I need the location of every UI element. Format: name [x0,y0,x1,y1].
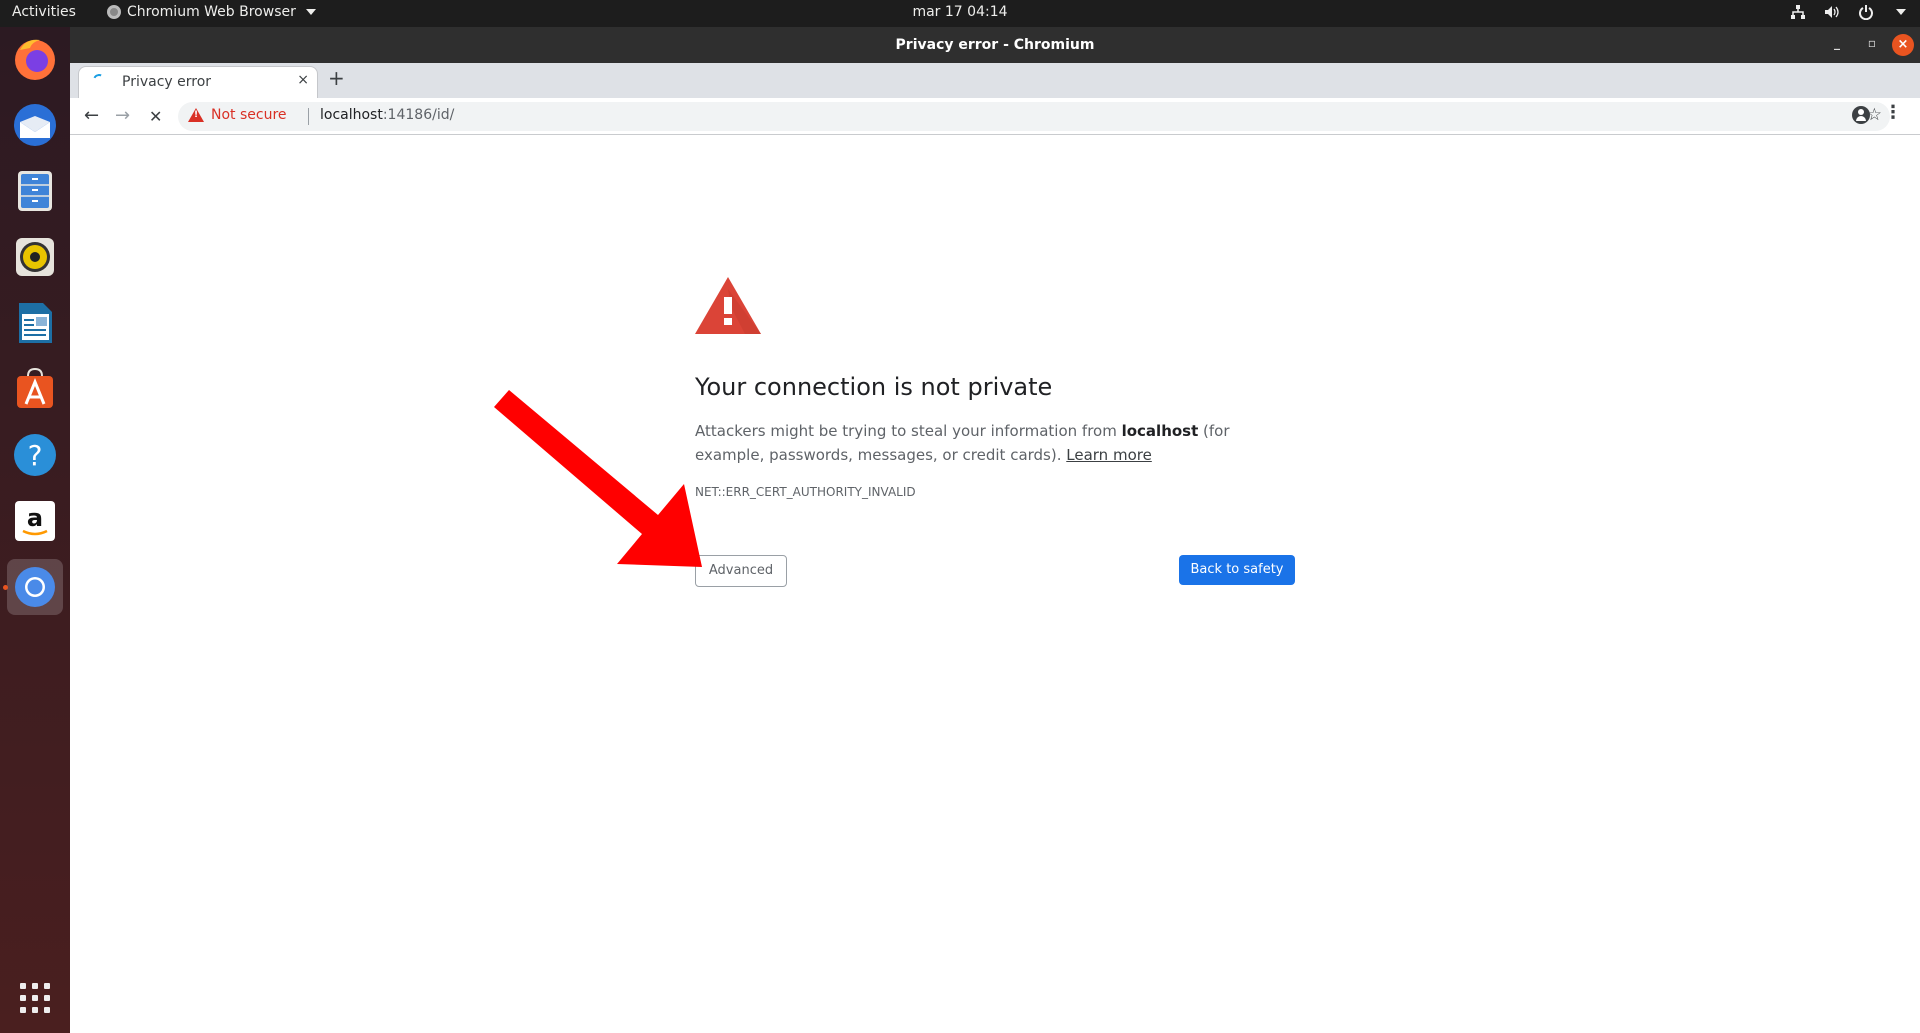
svg-text:?: ? [28,439,43,472]
svg-text:a: a [27,504,43,532]
files-icon [18,171,52,211]
error-code[interactable]: NET::ERR_CERT_AUTHORITY_INVALID [695,485,916,499]
advanced-button[interactable]: Advanced [695,555,787,587]
explain-text-1: Attackers might be trying to steal your … [695,422,1122,440]
security-chip[interactable]: Not secure [211,107,287,123]
new-tab-button[interactable]: + [328,66,345,90]
dock-rhythmbox[interactable] [7,229,63,285]
explanation-text: Attackers might be trying to steal your … [695,419,1275,467]
network-icon [1791,5,1805,19]
thunderbird-icon [14,104,56,146]
dock: ? a [0,27,70,1033]
amazon-icon: a [15,501,55,541]
close-window-button[interactable]: × [1892,34,1914,56]
separator [308,108,309,125]
tab-strip: Privacy error × + [70,63,1920,98]
dock-files[interactable] [7,163,63,219]
maximize-button[interactable]: ▫ [1868,36,1876,50]
show-applications-button[interactable] [20,983,50,1013]
url-path: :14186/id/ [382,107,455,123]
help-icon: ? [14,434,56,476]
power-icon [1859,5,1873,20]
caret-down-icon [1896,9,1906,15]
ubuntu-software-icon [17,367,53,408]
address-bar[interactable]: Not secure localhost:14186/id/ ☆ [178,102,1890,131]
window-title: Privacy error - Chromium [895,37,1095,53]
forward-button[interactable]: → [115,105,130,126]
url-host: localhost [320,107,383,123]
dock-help[interactable]: ? [7,427,63,483]
interstitial-page: Your connection is not private Attackers… [70,135,1920,1033]
chromium-icon [15,567,55,607]
dock-firefox[interactable] [7,31,63,87]
writer-icon [19,303,52,343]
warning-triangle-icon [695,277,761,334]
gnome-top-bar: Activities Chromium Web Browser mar 17 0… [0,0,1920,27]
dock-chromium[interactable] [3,559,63,615]
not-secure-warning-icon[interactable] [188,108,204,122]
explain-host: localhost [1121,422,1199,440]
browser-toolbar: ← → ✕ Not secure localhost:14186/id/ ☆ ⋮ [70,98,1920,135]
dock-thunderbird[interactable] [7,97,63,153]
url-text[interactable]: localhost:14186/id/ [320,107,454,123]
volume-icon [1825,6,1839,18]
learn-more-link[interactable]: Learn more [1066,446,1152,464]
running-indicator [3,585,8,590]
stop-loading-button[interactable]: ✕ [149,107,162,126]
firefox-icon [15,39,55,80]
window-title-bar: Privacy error - Chromium _ ▫ × [70,27,1920,63]
back-to-safety-button[interactable]: Back to safety [1179,555,1295,585]
page-heading: Your connection is not private [695,373,1053,401]
dock-writer[interactable] [7,295,63,351]
back-button[interactable]: ← [84,105,99,126]
tab-title: Privacy error [122,74,212,90]
tab-close-icon[interactable]: × [297,72,309,88]
profile-avatar-icon[interactable] [1852,106,1870,124]
dock-ubuntu-software[interactable] [7,361,63,417]
minimize-button[interactable]: _ [1834,36,1840,50]
dock-amazon[interactable]: a [7,493,63,549]
chrome-menu-button[interactable]: ⋮ [1884,104,1902,122]
system-status-area[interactable] [1790,4,1906,20]
tab-privacy-error[interactable]: Privacy error × [78,66,318,98]
rhythmbox-icon [16,238,54,276]
clock[interactable]: mar 17 04:14 [0,4,1920,20]
loading-spinner-icon [91,72,107,88]
